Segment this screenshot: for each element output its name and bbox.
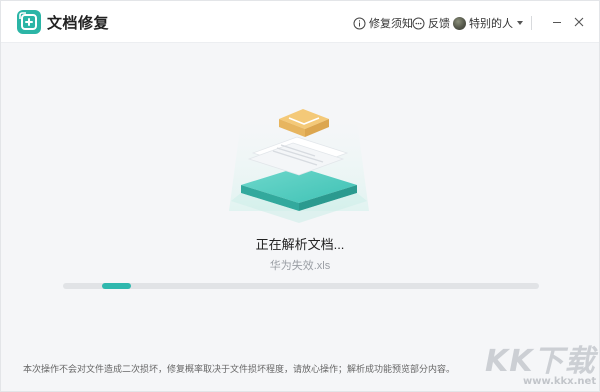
watermark-url: www.kkx.net bbox=[523, 376, 597, 387]
watermark-logo: KK下载 www.kkx.net bbox=[483, 336, 600, 392]
chevron-down-icon bbox=[517, 21, 523, 25]
document-parse-illustration bbox=[229, 109, 369, 223]
feedback-label: 反馈 bbox=[428, 18, 450, 30]
close-button[interactable] bbox=[571, 14, 587, 30]
info-icon bbox=[353, 17, 366, 29]
file-name: 华为失效.xls bbox=[269, 260, 331, 272]
avatar bbox=[453, 16, 466, 30]
footer-notice: 本次操作不会对文件造成二次损坏，修复概率取决于文件损坏程度，请放心操作；解析成功… bbox=[23, 364, 456, 374]
progress-bar bbox=[63, 283, 539, 289]
progress-fill bbox=[102, 283, 131, 289]
user-name: 特别的人 bbox=[469, 18, 513, 30]
title-bar: 文档修复 修复须知 反馈 特别的人 bbox=[1, 1, 599, 43]
minimize-icon bbox=[553, 22, 561, 23]
close-icon bbox=[574, 17, 584, 27]
app-window: 文档修复 修复须知 反馈 特别的人 正在解析文档... 华为失效.xls 本次操… bbox=[0, 0, 600, 392]
minimize-button[interactable] bbox=[549, 14, 565, 30]
user-menu[interactable]: 特别的人 bbox=[453, 15, 523, 31]
chat-icon bbox=[412, 17, 425, 29]
app-title: 文档修复 bbox=[47, 15, 110, 32]
help-link[interactable]: 修复须知 bbox=[353, 15, 413, 31]
parse-status: 正在解析文档... bbox=[255, 237, 345, 252]
feedback-link[interactable]: 反馈 bbox=[412, 15, 450, 31]
app-logo-icon bbox=[17, 10, 41, 34]
help-label: 修复须知 bbox=[369, 18, 413, 30]
watermark-brand: KK下载 bbox=[485, 344, 596, 379]
divider bbox=[531, 16, 532, 30]
